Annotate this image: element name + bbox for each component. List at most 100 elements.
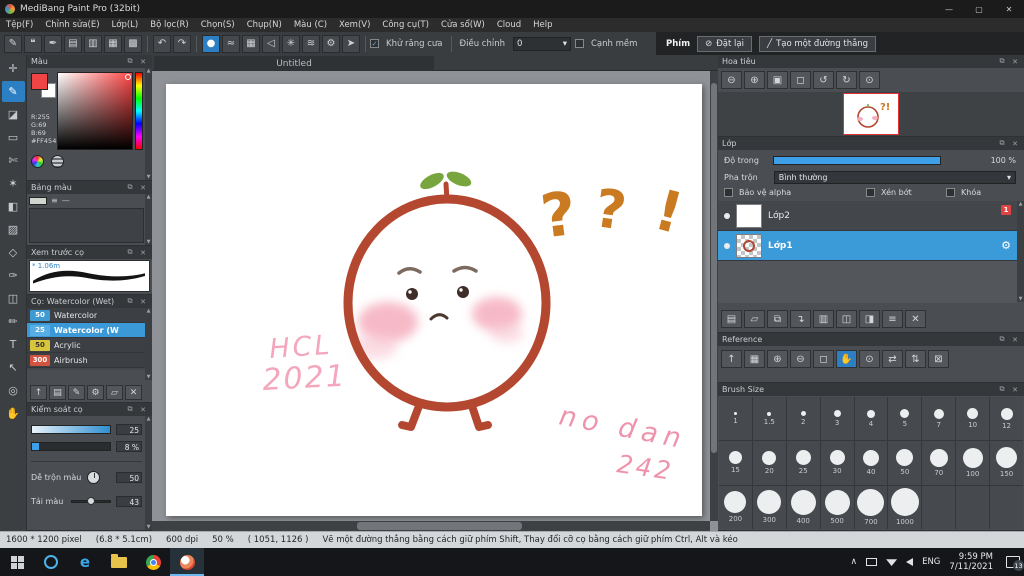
brush-tool[interactable]: ✎ (1, 81, 25, 102)
brush-size-option[interactable]: 25 (786, 441, 820, 485)
menu-item[interactable]: Xem(V) (333, 20, 376, 30)
grid-icon[interactable]: ▦ (104, 34, 122, 53)
panel-float-icon[interactable]: ⧉ (997, 57, 1007, 66)
panel-scrollbar[interactable]: ▲ ▼ (1017, 201, 1024, 302)
close-button[interactable]: ✕ (994, 0, 1024, 18)
brush-size-option[interactable]: 100 (956, 441, 990, 485)
brush-item[interactable]: 50 Acrylic (27, 338, 145, 353)
blend-dial[interactable] (87, 470, 101, 484)
new-brush-icon[interactable]: ▤ (49, 385, 66, 400)
brush-size-option[interactable]: 5 (888, 397, 922, 441)
medibang-taskbar-button[interactable] (170, 548, 204, 576)
ref-zoom-in-icon[interactable]: ⊕ (767, 350, 788, 368)
menu-item[interactable]: Cloud (491, 20, 527, 30)
ref-hand-icon[interactable]: ✋ (836, 350, 857, 368)
duplicate-layer-icon[interactable]: ⧉ (767, 310, 788, 328)
scrollbar-thumb[interactable] (357, 522, 522, 530)
ref-add-icon[interactable]: ↑ (721, 350, 742, 368)
menu-item[interactable]: Lớp(L) (106, 20, 145, 30)
ref-flip-h-icon[interactable]: ⇄ (882, 350, 903, 368)
zoom-tool[interactable]: ◎ (2, 380, 25, 401)
visibility-dot[interactable] (724, 242, 730, 249)
curve-snap-icon[interactable]: ≋ (302, 34, 320, 53)
clipping-option[interactable]: Xén bớt (866, 188, 912, 197)
snap-off-icon[interactable]: ◁ (262, 34, 280, 53)
panel-float-icon[interactable]: ⧉ (997, 335, 1007, 344)
brush-size-option[interactable]: 700 (854, 485, 888, 529)
magic-wand-tool[interactable]: ✶ (2, 173, 25, 194)
grid-snap-icon[interactable]: ▦ (242, 34, 260, 53)
edit-brush-icon[interactable]: ✎ (68, 385, 85, 400)
control-pen-tool[interactable]: ✏ (2, 311, 25, 332)
hand-tool[interactable]: ✋ (2, 403, 25, 424)
maximize-button[interactable]: ▢ (964, 0, 994, 18)
scroll-up-icon[interactable]: ▲ (147, 68, 151, 74)
brush-size-option[interactable]: 150 (990, 441, 1023, 485)
panel-scrollbar[interactable]: ▲ ▼ (145, 416, 152, 530)
brush-size-option[interactable]: 50 (888, 441, 922, 485)
clock[interactable]: 9:59 PM 7/11/2021 (949, 552, 993, 572)
ref-fit-icon[interactable]: ◻ (813, 350, 834, 368)
eyedropper-tool[interactable]: ✑ (2, 265, 25, 286)
opacity-slider[interactable] (772, 155, 941, 165)
new-page-icon[interactable]: ▤ (64, 34, 82, 53)
reset-view-icon[interactable]: ⊙ (859, 71, 880, 89)
panel-float-icon[interactable]: ⧉ (125, 57, 135, 66)
adjust-dropdown[interactable]: 0 ▾ (512, 36, 571, 51)
brush-size-option[interactable]: 1.5 (752, 397, 786, 441)
eraser-tool[interactable]: ◪ (2, 104, 25, 125)
tray-expand-icon[interactable]: ∧ (850, 557, 857, 567)
rect-select-tool[interactable]: ▭ (2, 127, 25, 148)
scrollbar-thumb[interactable] (711, 83, 717, 453)
menu-item[interactable]: Màu (C) (288, 20, 333, 30)
brush-item[interactable]: 50 Watercolor (27, 308, 145, 323)
brush-size-option[interactable]: 15 (719, 441, 752, 485)
menu-item[interactable]: Chụp(N) (241, 20, 288, 30)
edge-taskbar-button[interactable]: e (68, 548, 102, 576)
panel-close-icon[interactable]: ✕ (1010, 140, 1020, 148)
menu-item[interactable]: Help (527, 20, 558, 30)
scroll-up-icon[interactable]: ▲ (147, 194, 151, 200)
brush-size-option[interactable]: 30 (820, 441, 854, 485)
palette-list[interactable] (29, 208, 144, 243)
minimize-button[interactable]: — (934, 0, 964, 18)
brush-size-value[interactable]: 25 (116, 423, 142, 435)
panel-float-icon[interactable]: ⧉ (997, 385, 1007, 394)
display-tray-icon[interactable] (866, 558, 878, 566)
soft-edge-checkbox[interactable] (574, 39, 584, 48)
text-tool[interactable]: T (2, 334, 25, 355)
scroll-down-icon[interactable]: ▼ (147, 374, 151, 380)
lock-checkbox[interactable] (946, 188, 955, 197)
brush-size-option[interactable]: 4 (854, 397, 888, 441)
brush-item[interactable]: 300 Airbrush (27, 353, 145, 368)
panel-close-icon[interactable]: ✕ (138, 298, 148, 306)
radial-snap-icon[interactable]: ✳ (282, 34, 300, 53)
actual-size-icon[interactable]: ◻ (790, 71, 811, 89)
menu-item[interactable]: Bộ lọc(R) (144, 20, 195, 30)
panel-scrollbar[interactable]: ▲ ▼ (145, 194, 152, 245)
panel-close-icon[interactable]: ✕ (138, 58, 148, 66)
vertical-scrollbar[interactable] (710, 71, 718, 521)
brush-opacity-slider[interactable] (31, 441, 111, 451)
comment-icon[interactable]: ❝ (24, 34, 42, 53)
action-center-icon[interactable]: 13 (1006, 556, 1024, 571)
rotate-left-icon[interactable]: ↺ (813, 71, 834, 89)
color-sliders-button[interactable] (51, 155, 64, 168)
panel-scrollbar[interactable]: ▲ ▼ (145, 68, 152, 180)
foreground-color-swatch[interactable] (31, 73, 48, 90)
edit-pen-icon[interactable]: ✎ (4, 34, 22, 53)
load-slider[interactable] (71, 496, 112, 505)
lasso-tool[interactable]: ✄ (2, 150, 25, 171)
layer-item[interactable]: Lớp1 ⚙ (718, 231, 1017, 261)
mask-layer-icon[interactable]: ◨ (859, 310, 880, 328)
brush-size-option[interactable]: 70 (922, 441, 956, 485)
scatter-tip-icon[interactable]: ≈ (222, 34, 240, 53)
panel-close-icon[interactable]: ✕ (1010, 336, 1020, 344)
slider-knob[interactable] (87, 496, 96, 505)
gradient-tool[interactable]: ▨ (2, 219, 25, 240)
brush-opacity-value[interactable]: 8 % (116, 440, 142, 452)
layer-settings-icon[interactable]: ⚙ (1001, 239, 1011, 252)
round-tip-icon[interactable]: ● (202, 34, 220, 53)
pixel-grid-icon[interactable]: ▩ (124, 34, 142, 53)
operation-tool[interactable]: ↖ (2, 357, 25, 378)
